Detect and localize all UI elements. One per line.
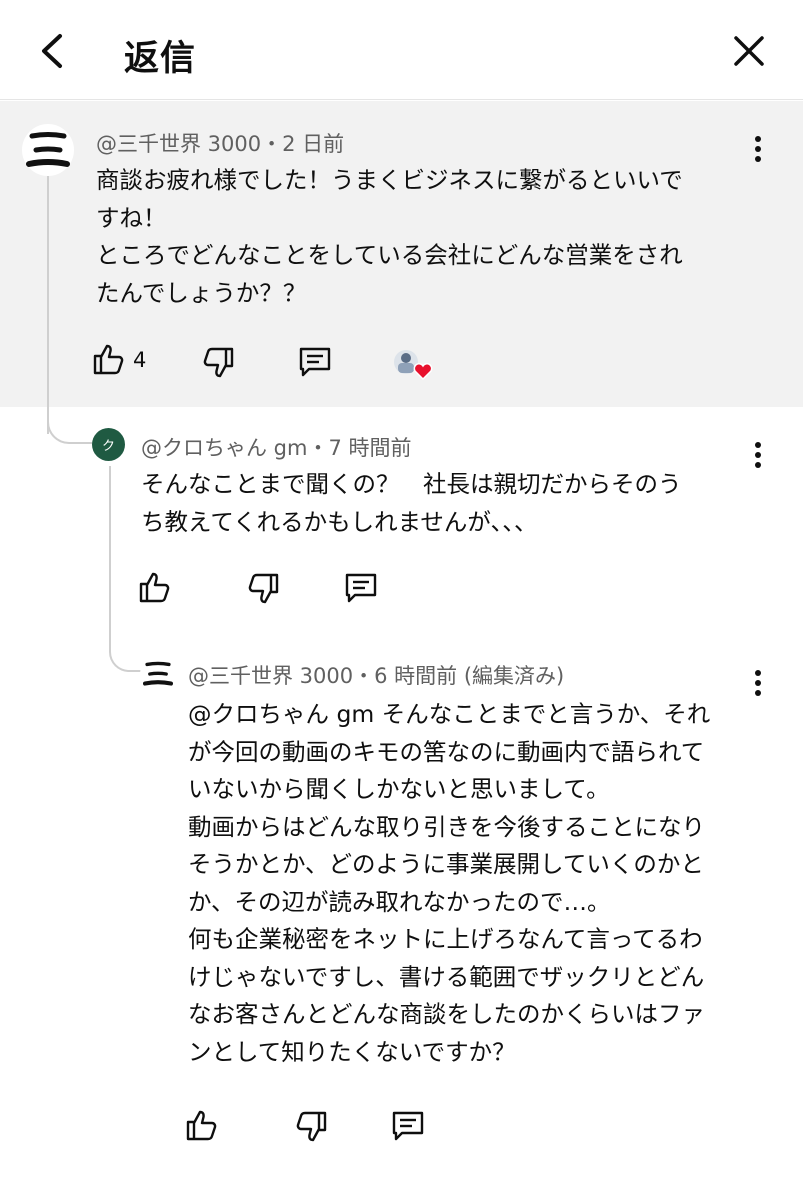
- back-button[interactable]: [30, 28, 76, 74]
- thumbs-up-icon: [93, 344, 124, 375]
- chevron-left-icon: [42, 34, 62, 68]
- thread-connector: [109, 630, 145, 672]
- reply-button[interactable]: [297, 344, 333, 384]
- like-count: 4: [133, 348, 147, 372]
- thumbs-down-icon: [203, 347, 234, 378]
- thumbs-up-icon: [139, 572, 170, 603]
- comment-text: @クロちゃん gm そんなことまでと言うか、それ が今回の動画のキモの筈なのに動…: [188, 700, 711, 1066]
- creator-heart-badge: [392, 348, 434, 382]
- comment-meta[interactable]: @三千世界 3000・2 日前: [96, 128, 344, 158]
- like-button[interactable]: [92, 342, 126, 380]
- reply-button[interactable]: [390, 1108, 426, 1148]
- thread-line: [109, 466, 111, 636]
- thumbs-up-icon: [186, 1110, 217, 1141]
- more-options-button[interactable]: [748, 670, 768, 700]
- dislike-button[interactable]: [246, 572, 280, 610]
- close-button[interactable]: [728, 30, 770, 72]
- header-bar: 返信: [0, 0, 803, 100]
- thumbs-down-icon: [296, 1111, 327, 1142]
- comment-meta[interactable]: @三千世界 3000・6 時間前 (編集済み): [188, 660, 564, 690]
- thread-connector: [47, 400, 95, 444]
- creator-heart-icon: [394, 350, 433, 381]
- more-options-button[interactable]: [748, 442, 768, 472]
- thread-line: [47, 176, 49, 434]
- replies-screen: 返信 @三千世界 3000・2 日前 商談お疲れ様でした！うまくビジネスに繋がる…: [0, 0, 803, 1200]
- like-button[interactable]: [185, 1108, 219, 1146]
- avatar[interactable]: [22, 124, 74, 176]
- comment-meta[interactable]: @クロちゃん gm・7 時間前: [141, 432, 412, 462]
- comment-text: そんなことまで聞くの？ 社長は親切だからそのう ち教えてくれるかもしれませんが、…: [141, 470, 682, 536]
- reply-button[interactable]: [343, 570, 379, 610]
- close-icon: [734, 36, 764, 66]
- dislike-button[interactable]: [294, 1110, 328, 1148]
- like-button[interactable]: [138, 570, 172, 608]
- dislike-button[interactable]: [201, 346, 235, 384]
- comment-icon: [299, 347, 331, 377]
- comment-icon: [345, 573, 377, 603]
- avatar-glyph: [143, 661, 173, 686]
- comment-icon: [392, 1111, 424, 1141]
- more-options-button[interactable]: [748, 136, 768, 166]
- avatar[interactable]: ク: [92, 428, 125, 461]
- avatar-glyph: [26, 132, 70, 167]
- avatar[interactable]: [140, 656, 176, 692]
- thumbs-down-icon: [248, 573, 279, 604]
- comment-text: 商談お疲れ様でした！うまくビジネスに繋がるといいで すね！ ところでどんなことを…: [96, 166, 683, 307]
- page-title: 返信: [124, 39, 197, 79]
